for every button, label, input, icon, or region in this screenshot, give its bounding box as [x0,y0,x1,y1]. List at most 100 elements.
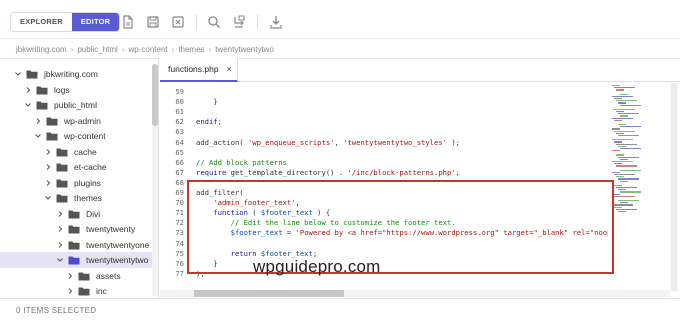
tree-item[interactable]: cache [0,144,97,160]
minimap-line [618,124,626,126]
minimap-line [618,135,639,137]
tree-item[interactable]: et-cache [0,159,107,175]
editor-button[interactable]: EDITOR [71,13,120,31]
search-icon[interactable] [206,14,222,30]
tree-item[interactable]: assets [0,268,121,284]
minimap-line [616,208,637,210]
tree-item[interactable]: twentytwenty [0,221,135,237]
minimap-line [614,163,622,165]
scrollbar-thumb[interactable] [194,290,344,297]
tree-item-label: public_html [54,100,97,110]
chevron-right-icon[interactable] [66,272,74,280]
minimap-line [620,93,628,95]
folder-icon [56,162,68,172]
explorer-button[interactable]: EXPLORER [11,13,72,31]
minimap-line [614,87,635,89]
chevron-down-icon[interactable] [34,132,42,140]
tree-item[interactable]: wp-content [0,128,106,144]
breadcrumb: jbkwriting.com › public_html › wp-content ›… [16,43,274,55]
minimap-line [620,158,628,160]
folder-icon [36,85,48,95]
folder-icon [68,224,80,234]
chevron-right-icon[interactable] [56,241,64,249]
chevron-down-icon[interactable] [14,70,22,78]
minimap-line [612,204,633,206]
chevron-right-icon[interactable] [34,117,42,125]
breadcrumb-item[interactable]: themes [178,45,204,54]
toolbar-divider [257,15,258,29]
minimap-line [616,132,624,134]
tree-item[interactable]: Divi [0,206,100,222]
tree-item[interactable]: inc [0,283,107,298]
chevron-right-icon[interactable] [44,179,52,187]
download-icon[interactable] [268,14,284,30]
tree-item[interactable]: twentytwentytwo [0,252,158,268]
tree-item[interactable]: themes [0,190,102,206]
chevron-right-icon[interactable] [24,86,32,94]
panel-divider[interactable] [158,58,159,298]
scrollbar-thumb[interactable] [671,83,677,291]
minimap-line [614,174,635,176]
folder-icon [36,100,48,110]
editor-vertical-scrollbar[interactable] [670,83,678,291]
breadcrumb-separator: › [70,44,74,54]
minimap-line [618,113,639,115]
minimap-line [612,161,633,163]
tree-item[interactable]: plugins [0,175,101,191]
replace-icon[interactable] [231,14,247,30]
minimap-line [616,176,624,178]
tree-item-label: assets [96,270,121,281]
toolbar-divider [196,15,197,29]
minimap[interactable] [608,83,670,278]
breadcrumb-item[interactable]: public_html [77,45,117,54]
chevron-down-icon[interactable] [24,101,32,109]
chevron-right-icon[interactable] [66,287,74,295]
tree-item-label: twentytwentytwo [86,255,149,265]
breadcrumb-separator: › [171,44,175,54]
save-icon[interactable] [145,14,161,30]
close-file-icon[interactable] [170,14,186,30]
breadcrumb-item[interactable]: jbkwriting.com [16,45,67,54]
tree-item-label: inc [96,286,107,296]
minimap-line [620,148,641,150]
tree-item[interactable]: wp-admin [0,113,101,129]
tree-item[interactable]: twentytwentyone [0,237,149,253]
tree-item[interactable]: jbkwriting.com [0,66,98,82]
view-switcher: EXPLORER EDITOR [10,12,121,32]
minimap-line [612,128,620,130]
folder-icon [56,147,68,157]
folder-icon [56,193,68,203]
tab-label: functions.php [168,64,219,74]
breadcrumb-separator: › [208,44,212,54]
chevron-right-icon[interactable] [44,163,52,171]
chevron-right-icon[interactable] [56,210,64,218]
minimap-line [616,100,637,102]
minimap-line [612,139,633,141]
folder-icon [68,209,80,219]
minimap-line [614,108,635,110]
minimap-line [618,145,626,147]
minimap-line [618,189,626,191]
tree-item-label: Divi [86,208,101,219]
close-tab-icon[interactable]: × [227,64,232,74]
chevron-right-icon[interactable] [56,225,64,233]
minimap-line [616,154,624,156]
minimap-line [614,206,622,208]
chevron-down-icon[interactable] [44,194,52,202]
tree-item[interactable]: public_html [0,97,97,113]
chevron-right-icon[interactable] [44,148,52,156]
minimap-line [612,95,633,97]
new-file-icon[interactable] [120,14,136,30]
chevron-down-icon[interactable] [56,256,64,264]
minimap-line [618,211,626,213]
tree-item[interactable]: logs [0,82,70,98]
tab-functions-php[interactable]: functions.php × [160,58,238,82]
divider [0,38,680,39]
breadcrumb-item[interactable]: twentytwentytwo [215,45,274,54]
breadcrumb-item[interactable]: wp-content [129,45,168,54]
selection-status: 0 ITEMS SELECTED [16,306,97,315]
minimap-line [614,130,635,132]
minimap-line [616,165,637,167]
minimap-line [618,102,626,104]
editor-horizontal-scrollbar[interactable] [160,290,670,297]
